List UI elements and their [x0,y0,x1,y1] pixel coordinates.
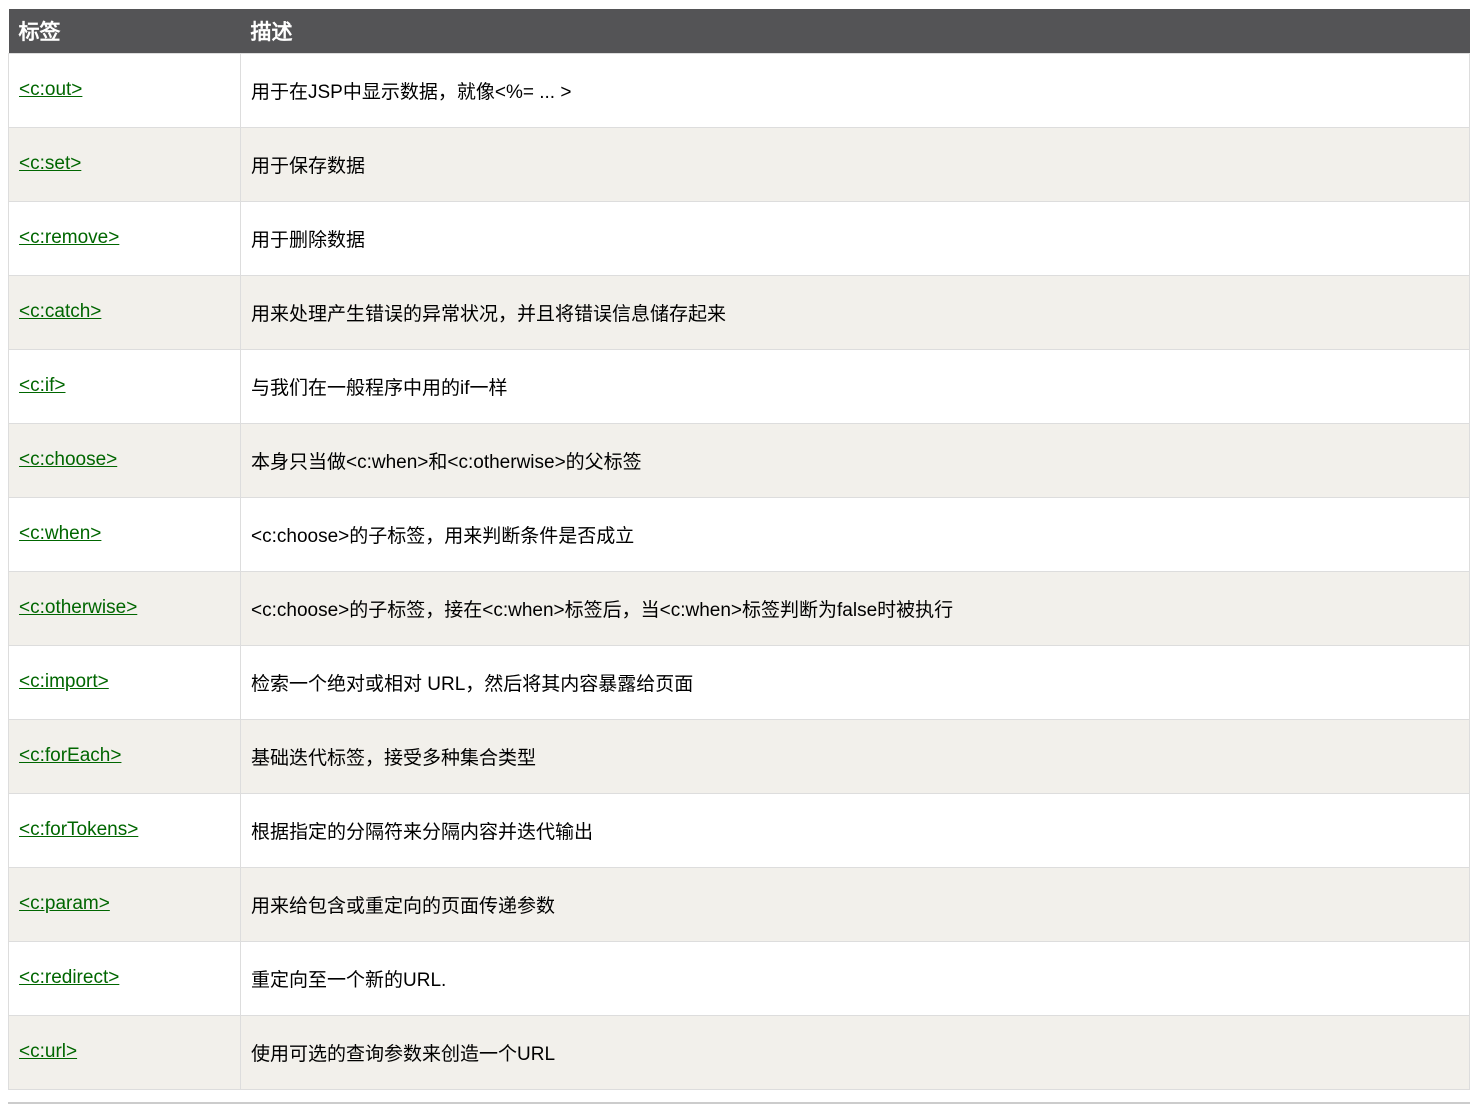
description-cell: 基础迭代标签，接受多种集合类型 [241,719,1470,793]
table-row: <c:remove> 用于删除数据 [9,201,1470,275]
tag-description: 基础迭代标签，接受多种集合类型 [251,748,536,769]
table-row: <c:forTokens> 根据指定的分隔符来分隔内容并迭代输出 [9,793,1470,867]
table-row: <c:otherwise> <c:choose>的子标签，接在<c:when>标… [9,571,1470,645]
description-cell: <c:choose>的子标签，用来判断条件是否成立 [241,497,1470,571]
description-cell: 用于保存数据 [241,127,1470,201]
description-cell: 与我们在一般程序中用的if一样 [241,349,1470,423]
page: 标签 描述 <c:out> 用于在JSP中显示数据，就像<%= ... > <c… [0,0,1478,1115]
table-row: <c:import> 检索一个绝对或相对 URL，然后将其内容暴露给页面 [9,645,1470,719]
table-row: <c:url> 使用可选的查询参数来创造一个URL [9,1015,1470,1089]
tag-description: 用于在JSP中显示数据，就像<%= ... > [251,82,571,103]
tag-description: 用来给包含或重定向的页面传递参数 [251,896,555,917]
tag-description: <c:choose>的子标签，用来判断条件是否成立 [251,526,634,547]
tag-description: 用来处理产生错误的异常状况，并且将错误信息储存起来 [251,304,726,325]
table-row: <c:forEach> 基础迭代标签，接受多种集合类型 [9,719,1470,793]
tag-description: 使用可选的查询参数来创造一个URL [251,1044,555,1065]
description-cell: 用来处理产生错误的异常状况，并且将错误信息储存起来 [241,275,1470,349]
tag-link[interactable]: <c:choose> [19,449,117,470]
tag-link[interactable]: <c:if> [19,375,65,396]
tag-description: 本身只当做<c:when>和<c:otherwise>的父标签 [251,452,642,473]
tag-cell: <c:import> [9,645,241,719]
table-row: <c:if> 与我们在一般程序中用的if一样 [9,349,1470,423]
column-header-description: 描述 [241,9,1470,53]
table-body: <c:out> 用于在JSP中显示数据，就像<%= ... > <c:set> … [9,53,1470,1089]
description-cell: 用于在JSP中显示数据，就像<%= ... > [241,53,1470,127]
tag-cell: <c:remove> [9,201,241,275]
tag-description: 检索一个绝对或相对 URL，然后将其内容暴露给页面 [251,674,693,695]
tag-description: 根据指定的分隔符来分隔内容并迭代输出 [251,822,593,843]
description-cell: 重定向至一个新的URL. [241,941,1470,1015]
tag-cell: <c:redirect> [9,941,241,1015]
tag-link[interactable]: <c:otherwise> [19,597,137,618]
table-row: <c:set> 用于保存数据 [9,127,1470,201]
tag-link[interactable]: <c:set> [19,153,81,174]
tag-cell: <c:forTokens> [9,793,241,867]
description-cell: 本身只当做<c:when>和<c:otherwise>的父标签 [241,423,1470,497]
tag-cell: <c:if> [9,349,241,423]
tag-cell: <c:choose> [9,423,241,497]
tag-link[interactable]: <c:when> [19,523,101,544]
tag-cell: <c:out> [9,53,241,127]
tag-link[interactable]: <c:url> [19,1041,77,1062]
tag-link[interactable]: <c:catch> [19,301,101,322]
tag-link[interactable]: <c:out> [19,79,82,100]
description-cell: 根据指定的分隔符来分隔内容并迭代输出 [241,793,1470,867]
tag-link[interactable]: <c:import> [19,671,109,692]
tag-link[interactable]: <c:param> [19,893,110,914]
table-header-row: 标签 描述 [9,9,1470,53]
table-row: <c:redirect> 重定向至一个新的URL. [9,941,1470,1015]
tag-description: 重定向至一个新的URL. [251,970,446,991]
jstl-tag-reference-table: 标签 描述 <c:out> 用于在JSP中显示数据，就像<%= ... > <c… [8,9,1470,1090]
tag-description: 用于保存数据 [251,156,365,177]
description-cell: <c:choose>的子标签，接在<c:when>标签后，当<c:when>标签… [241,571,1470,645]
bottom-divider [8,1102,1470,1104]
table-row: <c:out> 用于在JSP中显示数据，就像<%= ... > [9,53,1470,127]
tag-cell: <c:param> [9,867,241,941]
column-header-tag: 标签 [9,9,241,53]
tag-cell: <c:when> [9,497,241,571]
tag-cell: <c:url> [9,1015,241,1089]
tag-description: <c:choose>的子标签，接在<c:when>标签后，当<c:when>标签… [251,600,953,621]
tag-link[interactable]: <c:forEach> [19,745,121,766]
tag-cell: <c:otherwise> [9,571,241,645]
tag-link[interactable]: <c:remove> [19,227,119,248]
description-cell: 用于删除数据 [241,201,1470,275]
description-cell: 用来给包含或重定向的页面传递参数 [241,867,1470,941]
table-row: <c:param> 用来给包含或重定向的页面传递参数 [9,867,1470,941]
tag-link[interactable]: <c:forTokens> [19,819,138,840]
table-row: <c:when> <c:choose>的子标签，用来判断条件是否成立 [9,497,1470,571]
tag-link[interactable]: <c:redirect> [19,967,119,988]
description-cell: 使用可选的查询参数来创造一个URL [241,1015,1470,1089]
tag-cell: <c:set> [9,127,241,201]
table-row: <c:choose> 本身只当做<c:when>和<c:otherwise>的父… [9,423,1470,497]
tag-description: 与我们在一般程序中用的if一样 [251,378,508,399]
description-cell: 检索一个绝对或相对 URL，然后将其内容暴露给页面 [241,645,1470,719]
tag-description: 用于删除数据 [251,230,365,251]
table-row: <c:catch> 用来处理产生错误的异常状况，并且将错误信息储存起来 [9,275,1470,349]
tag-cell: <c:catch> [9,275,241,349]
tag-cell: <c:forEach> [9,719,241,793]
